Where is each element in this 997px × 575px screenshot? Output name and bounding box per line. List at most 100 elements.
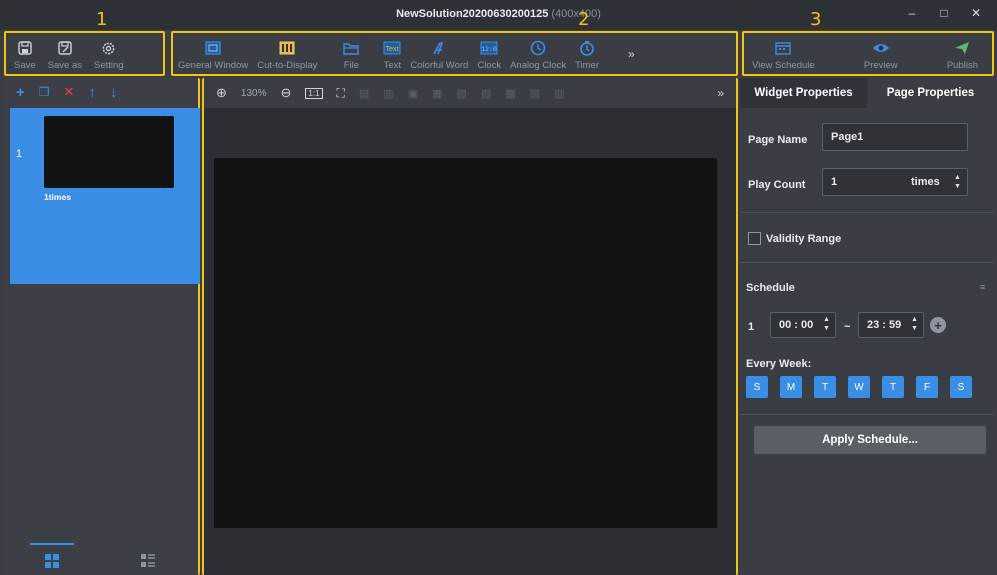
file-button[interactable]: File <box>342 39 360 73</box>
zoom-in-icon[interactable]: ⊕ <box>216 85 227 101</box>
page-name-field[interactable]: Page1 <box>822 123 968 151</box>
colorful-word-icon <box>430 39 448 57</box>
clock-label: Clock <box>477 60 502 71</box>
copy-page-button[interactable]: ❐ <box>39 85 50 99</box>
validity-range-checkbox[interactable] <box>748 232 761 245</box>
add-schedule-icon[interactable]: + <box>930 317 946 333</box>
page-list-view-switch <box>4 543 198 575</box>
publish-button[interactable]: Publish <box>947 39 978 73</box>
close-button[interactable]: ✕ <box>969 6 983 20</box>
align-center-icon: ▥ <box>383 87 394 100</box>
gear-icon <box>100 39 118 57</box>
publish-toolbar: View Schedule Preview Publish <box>752 33 992 73</box>
svg-text:Text: Text <box>386 46 399 53</box>
day-thursday[interactable]: T <box>882 376 904 398</box>
view-schedule-button[interactable]: View Schedule <box>752 39 815 73</box>
page-name-label: Page Name <box>748 134 808 146</box>
grid-view-icon[interactable] <box>44 553 60 572</box>
day-friday[interactable]: F <box>916 376 938 398</box>
day-sunday[interactable]: S <box>746 376 768 398</box>
file-label: File <box>343 60 360 71</box>
tab-widget-properties[interactable]: Widget Properties <box>740 78 867 108</box>
save-button[interactable]: Save <box>14 39 36 73</box>
save-as-button[interactable]: Save as <box>48 39 82 73</box>
file-toolbar: Save Save as Setting <box>14 33 162 73</box>
eye-icon <box>872 39 890 57</box>
end-time-value: 23 : 59 <box>867 319 902 331</box>
analog-clock-button[interactable]: Analog Clock <box>510 39 566 73</box>
maximize-button[interactable]: □ <box>937 6 951 20</box>
digital-clock-icon: 12:0 <box>480 39 498 57</box>
window-controls: – □ ✕ <box>905 6 983 20</box>
list-view-icon[interactable] <box>140 553 156 572</box>
zoom-level: 130% <box>240 87 267 99</box>
cut-to-display-button[interactable]: Cut-to-Display <box>257 39 317 73</box>
stepper-down-icon[interactable]: ▼ <box>911 325 918 332</box>
stepper-up-icon[interactable]: ▲ <box>954 174 961 181</box>
play-count-field[interactable]: 1 times ▲ ▼ <box>822 168 968 196</box>
distribute-horizontal-icon: ▩ <box>505 87 516 100</box>
general-window-button[interactable]: General Window <box>178 39 248 73</box>
media-toolbar-more[interactable]: » <box>628 47 635 73</box>
fit-to-window-icon[interactable]: ⛶ <box>337 86 345 101</box>
apply-schedule-button[interactable]: Apply Schedule... <box>754 426 986 454</box>
properties-panel: Widget Properties Page Properties Page N… <box>740 78 994 575</box>
move-up-button[interactable]: ↑ <box>88 84 96 101</box>
play-count-value: 1 <box>831 176 838 188</box>
page-number: 1 <box>16 148 23 160</box>
day-monday[interactable]: M <box>780 376 802 398</box>
page-list-panel: + ❐ ✕ ↑ ↓ 1 1times <box>4 78 200 575</box>
text-button[interactable]: Text Text <box>383 39 401 73</box>
start-time-field[interactable]: 00 : 00 ▲ ▼ <box>770 312 836 338</box>
move-down-button[interactable]: ↓ <box>110 84 118 101</box>
delete-page-button[interactable]: ✕ <box>64 84 75 100</box>
align-middle-icon: ▧ <box>456 87 467 100</box>
minimize-button[interactable]: – <box>905 6 919 20</box>
zoom-out-icon[interactable]: ⊖ <box>280 85 291 101</box>
stepper-up-icon[interactable]: ▲ <box>823 316 830 323</box>
day-saturday[interactable]: S <box>950 376 972 398</box>
media-toolbar: General Window Cut-to-Display File Text … <box>178 33 736 73</box>
svg-text:12:0: 12:0 <box>481 46 497 53</box>
day-wednesday[interactable]: W <box>848 376 870 398</box>
text-label: Text <box>383 60 402 71</box>
timer-button[interactable]: Timer <box>575 39 599 73</box>
schedule-label: Schedule <box>746 282 795 294</box>
colorful-word-label: Colorful Word <box>410 60 469 71</box>
stepper-down-icon[interactable]: ▼ <box>954 183 961 190</box>
clock-button[interactable]: 12:0 Clock <box>477 39 501 73</box>
play-count-stepper[interactable]: ▲ ▼ <box>954 174 961 190</box>
canvas-toolbar-more[interactable]: » <box>717 86 724 100</box>
end-time-stepper[interactable]: ▲ ▼ <box>911 316 918 332</box>
save-icon <box>16 39 34 57</box>
window-title: NewSolution20200630200125 (400x400) <box>0 8 997 20</box>
stepper-up-icon[interactable]: ▲ <box>911 316 918 323</box>
align-left-icon: ▤ <box>358 87 370 100</box>
start-time-stepper[interactable]: ▲ ▼ <box>823 316 830 332</box>
preview-button[interactable]: Preview <box>864 39 898 73</box>
timer-icon <box>578 39 596 57</box>
cut-to-display-icon <box>278 39 296 57</box>
colorful-word-button[interactable]: Colorful Word <box>410 39 468 73</box>
day-tuesday[interactable]: T <box>814 376 836 398</box>
preview-label: Preview <box>863 60 898 71</box>
add-page-button[interactable]: + <box>16 84 25 101</box>
setting-button[interactable]: Setting <box>94 39 124 73</box>
every-week-label: Every Week: <box>746 358 812 370</box>
align-right-icon: ▣ <box>407 87 419 100</box>
same-size-icon: ▥ <box>554 87 565 100</box>
editing-stage[interactable] <box>214 158 717 528</box>
analog-clock-label: Analog Clock <box>510 60 567 71</box>
end-time-field[interactable]: 23 : 59 ▲ ▼ <box>858 312 924 338</box>
more-chevron-icon: » <box>628 47 635 61</box>
align-bottom-icon: ▨ <box>480 87 492 100</box>
solution-dimensions: (400x400) <box>551 8 601 20</box>
schedule-collapse-icon[interactable]: ≡ <box>980 282 985 292</box>
page-list-item[interactable]: 1 1times <box>10 108 200 284</box>
actual-size-icon[interactable]: 1:1 <box>305 87 323 99</box>
stepper-down-icon[interactable]: ▼ <box>823 325 830 332</box>
canvas-toolbar: ⊕ 130% ⊖ 1:1 ⛶ ▤ ▥ ▣ ▦ ▧ ▨ ▩ ▤ ▥ » <box>204 78 736 108</box>
window-icon <box>204 39 222 57</box>
tab-page-properties[interactable]: Page Properties <box>867 78 994 108</box>
time-range-separator: ~ <box>844 321 851 333</box>
